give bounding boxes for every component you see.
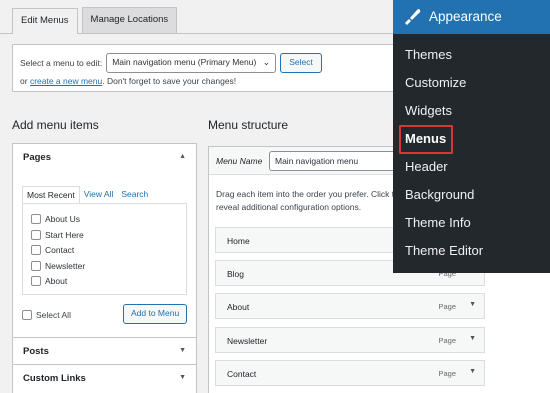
triangle-up-icon: ▲	[179, 153, 186, 160]
tab-manage-locations[interactable]: Manage Locations	[81, 7, 178, 33]
pages-panel-title: Pages	[23, 152, 51, 163]
add-to-menu-button[interactable]: Add to Menu	[123, 304, 188, 324]
select-all-label: Select All	[36, 310, 71, 320]
triangle-down-icon: ▼	[179, 374, 186, 381]
triangle-down-icon[interactable]: ▼	[469, 301, 476, 308]
posts-panel-header[interactable]: Posts ▼	[13, 338, 196, 366]
tab-most-recent[interactable]: Most Recent	[22, 186, 80, 204]
submenu-item-widgets[interactable]: Widgets	[405, 103, 452, 118]
appearance-menu-title: Appearance	[429, 9, 502, 24]
submenu-item-theme-info[interactable]: Theme Info	[405, 215, 471, 230]
select-button[interactable]: Select	[280, 53, 322, 73]
submenu-item-customize[interactable]: Customize	[405, 75, 466, 90]
menu-dropdown[interactable]: Main navigation menu (Primary Menu) ⌄	[106, 53, 277, 73]
custom-links-panel-header[interactable]: Custom Links ▼	[13, 365, 196, 393]
menu-item-title: About	[227, 302, 250, 312]
submenu-item-theme-editor[interactable]: Theme Editor	[405, 243, 483, 258]
tab-edit-menus[interactable]: Edit Menus	[12, 8, 78, 34]
menu-item-title: Blog	[227, 269, 245, 279]
posts-panel: Posts ▼	[12, 337, 197, 365]
pages-panel-header[interactable]: Pages ▲	[13, 144, 196, 172]
list-item[interactable]: Start Here	[31, 230, 84, 240]
hint-prefix: or	[20, 76, 28, 86]
menu-item-contact[interactable]: Contact Page ▼	[215, 360, 485, 386]
menu-item-type: Page	[438, 336, 456, 345]
submenu-item-themes[interactable]: Themes	[405, 47, 452, 62]
list-item[interactable]: About	[31, 276, 67, 286]
menu-name-field[interactable]: Main navigation menu	[269, 151, 399, 171]
triangle-down-icon[interactable]: ▼	[469, 368, 476, 375]
checkbox[interactable]	[31, 230, 41, 240]
menu-item-newsletter[interactable]: Newsletter Page ▼	[215, 327, 485, 353]
select-menu-label: Select a menu to edit:	[20, 58, 103, 68]
menu-item-title: Newsletter	[227, 336, 268, 346]
custom-links-panel-title: Custom Links	[23, 373, 86, 384]
list-item[interactable]: About Us	[31, 214, 80, 224]
hint-suffix: . Don't forget to save your changes!	[102, 76, 237, 86]
custom-links-panel: Custom Links ▼	[12, 364, 197, 393]
paintbrush-icon	[402, 8, 422, 28]
pages-checklist: About Us Start Here Contact Newsletter A…	[22, 203, 187, 295]
triangle-down-icon: ▼	[179, 347, 186, 354]
menu-structure-heading: Menu structure	[208, 118, 289, 132]
list-item[interactable]: Contact	[31, 245, 74, 255]
checkbox[interactable]	[31, 276, 41, 286]
nav-tabs: Edit Menus Manage Locations	[12, 7, 178, 34]
posts-panel-title: Posts	[23, 346, 49, 357]
menu-item-title: Home	[227, 236, 250, 246]
select-all[interactable]: Select All	[22, 310, 71, 320]
menu-dropdown-value: Main navigation menu (Primary Menu)	[112, 57, 257, 67]
triangle-down-icon[interactable]: ▼	[469, 335, 476, 342]
chevron-down-icon: ⌄	[262, 57, 271, 67]
page-label: Newsletter	[45, 261, 86, 271]
menu-name-label: Menu Name	[216, 156, 263, 166]
select-all-checkbox[interactable]	[22, 310, 32, 320]
list-item[interactable]: Newsletter	[31, 261, 85, 271]
menu-item-about[interactable]: About Page ▼	[215, 293, 485, 319]
tab-view-all[interactable]: View All	[80, 186, 118, 204]
menu-item-type: Page	[438, 302, 456, 311]
appearance-menu-header[interactable]: Appearance	[393, 0, 550, 34]
checkbox[interactable]	[31, 261, 41, 271]
menu-item-type: Page	[438, 369, 456, 378]
page-label: About	[45, 276, 68, 286]
create-menu-hint: or create a new menu. Don't forget to sa…	[20, 76, 236, 86]
tab-search[interactable]: Search	[117, 186, 152, 204]
add-menu-items-heading: Add menu items	[12, 118, 99, 132]
page-label: Contact	[45, 245, 75, 255]
submenu-item-background[interactable]: Background	[405, 187, 474, 202]
create-new-menu-link[interactable]: create a new menu	[30, 76, 102, 86]
submenu-item-header[interactable]: Header	[405, 159, 448, 174]
checkbox[interactable]	[31, 245, 41, 255]
menu-item-title: Contact	[227, 369, 257, 379]
page-label: About Us	[45, 214, 80, 224]
pages-tabs: Most Recent View All Search	[22, 186, 152, 204]
menus-highlight-box	[399, 125, 453, 154]
checkbox[interactable]	[31, 214, 41, 224]
page-label: Start Here	[45, 230, 84, 240]
